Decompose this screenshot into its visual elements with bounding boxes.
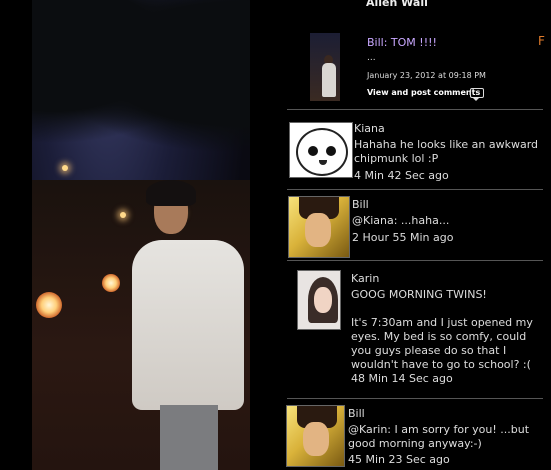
comment-text-line: chipmunk lol :P <box>354 152 439 165</box>
divider <box>287 260 543 261</box>
divider <box>287 109 543 110</box>
post-thumbnail[interactable] <box>310 33 340 101</box>
divider <box>287 189 543 190</box>
comment-author[interactable]: Bill <box>352 198 369 211</box>
comment-item: Bill @Kiana: ...haha... 2 Hour 55 Min ag… <box>287 194 551 258</box>
comment-author[interactable]: Karin <box>351 272 379 285</box>
comment-time: 48 Min 14 Sec ago <box>351 372 453 385</box>
page-title: Alien Wall <box>366 0 428 9</box>
comment-text-line: good morning anyway:-) <box>348 437 482 450</box>
comment-author[interactable]: Bill <box>348 407 365 420</box>
comment-bubble-icon[interactable] <box>470 88 484 101</box>
comment-text-line: It's 7:30am and I just opened my <box>351 316 533 329</box>
comment-item: Bill @Karin: I am sorry for you! ...but … <box>286 403 551 470</box>
wall-post: Bill: TOM !!!! ... January 23, 2012 at 0… <box>310 33 550 105</box>
comment-text-line: GOOG MORNING TWINS! <box>351 288 487 301</box>
bill-avatar[interactable] <box>286 405 345 467</box>
photo-trees <box>32 0 250 160</box>
comment-item: Kiana Hahaha he looks like an awkward ch… <box>287 118 551 190</box>
post-date: January 23, 2012 at 09:18 PM <box>367 71 486 80</box>
view-comments-link[interactable]: View and post comments <box>367 88 480 97</box>
comment-text-line: @Karin: I am sorry for you! ...but <box>348 423 530 436</box>
comment-text-line: wouldn't have to go to school? :( <box>351 358 531 371</box>
comment-item: Karin GOOG MORNING TWINS! It's 7:30am an… <box>287 268 551 398</box>
comment-time: 4 Min 42 Sec ago <box>354 169 449 182</box>
wall-photo[interactable] <box>32 0 250 470</box>
comment-text-line: you guys please do so that I <box>351 344 507 357</box>
divider <box>287 398 543 399</box>
cartoon-face-avatar[interactable] <box>289 122 353 178</box>
photo-fire <box>36 292 62 318</box>
karin-avatar[interactable] <box>297 270 341 330</box>
comment-text-line: @Kiana: ...haha... <box>352 214 450 227</box>
comment-author[interactable]: Kiana <box>354 122 385 135</box>
comment-text-line: eyes. My bed is so comfy, could <box>351 330 527 343</box>
comment-text-line: Hahaha he looks like an awkward <box>354 138 539 151</box>
comment-time: 45 Min 23 Sec ago <box>348 453 450 466</box>
post-body: ... <box>367 53 376 63</box>
post-title: Bill: TOM !!!! <box>367 36 437 49</box>
photo-lamp <box>120 212 126 218</box>
bill-avatar[interactable] <box>288 196 350 258</box>
photo-lamp <box>62 165 68 171</box>
comment-time: 2 Hour 55 Min ago <box>352 231 454 244</box>
photo-person <box>132 180 250 470</box>
photo-fire <box>102 274 120 292</box>
